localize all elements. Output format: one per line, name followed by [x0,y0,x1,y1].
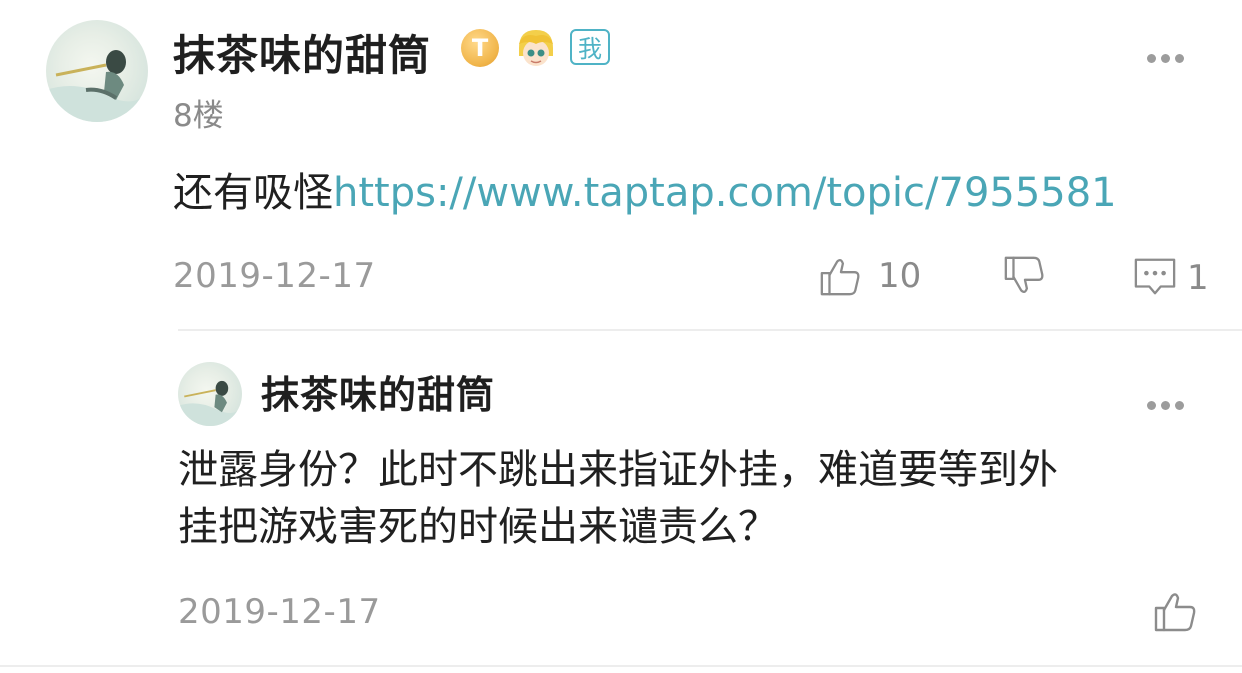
reply-date: 2019-12-17 [178,592,381,632]
divider [0,665,1242,667]
avatar-illustration [178,380,242,426]
avatar[interactable] [46,20,148,122]
avatar-illustration [46,50,148,122]
comment-text: 还有吸怪https://www.taptap.com/topic/7955581 [173,163,1117,223]
thumbs-down-icon [1004,256,1044,294]
like-count: 10 [878,256,922,296]
reply-text-line: 泄露身份？此时不跳出来指证外挂，难道要等到外 [178,447,1058,493]
username[interactable]: 抹茶味的甜筒 [173,22,431,83]
thumbs-up-icon [820,258,860,296]
thumbs-up-icon [1154,593,1196,632]
reply-avatar[interactable] [178,362,242,426]
more-dots-icon[interactable] [1147,401,1184,410]
more-dots-icon[interactable] [1147,54,1184,63]
owner-badge: 我 [570,29,610,65]
floor-number: 8楼 [173,98,224,134]
like-button[interactable]: 10 [818,252,928,302]
comment-bubble-icon [1134,258,1176,295]
reply-text-line: 挂把游戏害死的时候出来谴责么？ [178,504,778,550]
reply-username[interactable]: 抹茶味的甜筒 [261,364,495,419]
dislike-button[interactable] [1002,254,1052,304]
character-badge-icon [513,26,559,72]
divider [178,329,1242,331]
reply-text: 泄露身份？此时不跳出来指证外挂，难道要等到外 挂把游戏害死的时候出来谴责么？ [178,440,1058,557]
reply-count: 1 [1187,258,1209,298]
reply-button[interactable]: 1 [1132,254,1222,304]
topic-link[interactable]: https://www.taptap.com/topic/7955581 [333,170,1117,216]
level-badge: T [461,29,499,67]
comment-date: 2019-12-17 [173,256,376,296]
reply-like-button[interactable] [1152,588,1200,636]
comment-text-body: 还有吸怪 [173,170,333,216]
